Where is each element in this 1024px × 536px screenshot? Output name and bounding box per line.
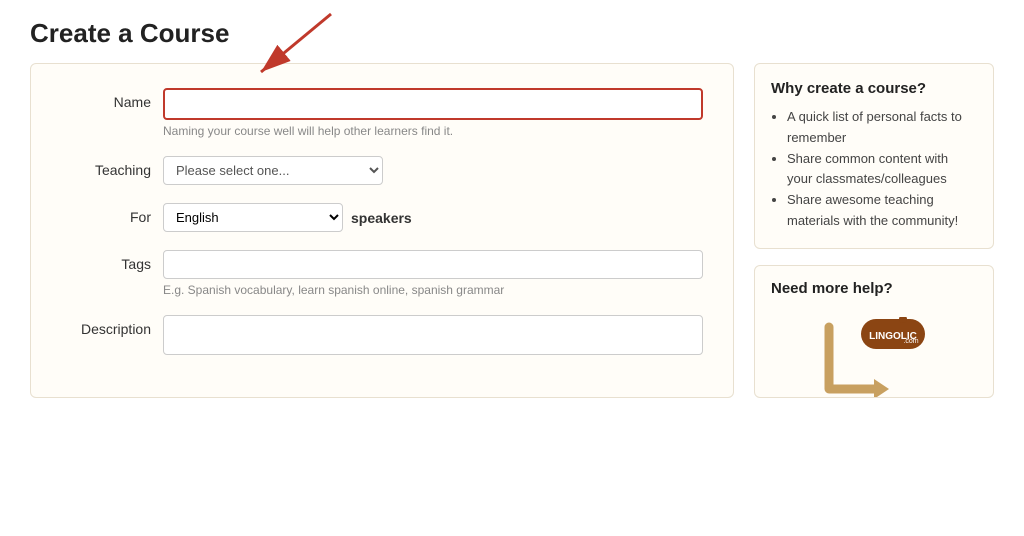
for-row-inner: English Spanish French German Chinese sp… [163, 203, 703, 232]
need-help-section: Need more help? [754, 265, 994, 398]
name-control-wrap: Naming your course well will help other … [163, 88, 703, 138]
need-help-title: Need more help? [771, 280, 977, 297]
why-title: Why create a course? [771, 80, 977, 97]
page-title: Create a Course [30, 18, 994, 49]
tags-label: Tags [61, 250, 151, 272]
svg-text:.com: .com [903, 338, 918, 345]
lingolic-logo: LINGOLIC .com [819, 317, 929, 397]
name-hint: Naming your course well will help other … [163, 124, 703, 138]
why-section: Why create a course? A quick list of per… [754, 63, 994, 249]
teaching-select[interactable]: Please select one... English Spanish Fre… [163, 156, 383, 185]
tags-hint: E.g. Spanish vocabulary, learn spanish o… [163, 283, 703, 297]
description-row: Description [61, 315, 703, 355]
why-item-3: Share awesome teaching materials with th… [787, 190, 977, 232]
teaching-control-wrap: Please select one... English Spanish Fre… [163, 156, 703, 185]
for-row: For English Spanish French German Chines… [61, 203, 703, 232]
tags-row: Tags E.g. Spanish vocabulary, learn span… [61, 250, 703, 297]
description-input[interactable] [163, 315, 703, 355]
why-item-2: Share common content with your classmate… [787, 149, 977, 191]
for-control-wrap: English Spanish French German Chinese sp… [163, 203, 703, 232]
name-label: Name [61, 88, 151, 110]
teaching-label: Teaching [61, 156, 151, 178]
description-label: Description [61, 315, 151, 337]
name-input[interactable] [163, 88, 703, 120]
tags-input[interactable] [163, 250, 703, 279]
form-card: Name Naming your course well will help o… [30, 63, 734, 398]
teaching-row: Teaching Please select one... English Sp… [61, 156, 703, 185]
why-list: A quick list of personal facts to rememb… [771, 107, 977, 232]
for-select[interactable]: English Spanish French German Chinese [163, 203, 343, 232]
tags-control-wrap: E.g. Spanish vocabulary, learn spanish o… [163, 250, 703, 297]
logo-container: LINGOLIC .com [771, 307, 977, 397]
page-wrapper: Create a Course Name [0, 0, 1024, 416]
name-row: Name Naming your course well will help o… [61, 88, 703, 138]
lingolic-logo-svg: LINGOLIC .com [819, 317, 929, 397]
sidebar: Why create a course? A quick list of per… [754, 63, 994, 398]
description-control-wrap [163, 315, 703, 355]
why-item-1: A quick list of personal facts to rememb… [787, 107, 977, 149]
content-area: Name Naming your course well will help o… [30, 63, 994, 398]
speakers-label: speakers [351, 210, 412, 226]
for-label: For [61, 203, 151, 225]
